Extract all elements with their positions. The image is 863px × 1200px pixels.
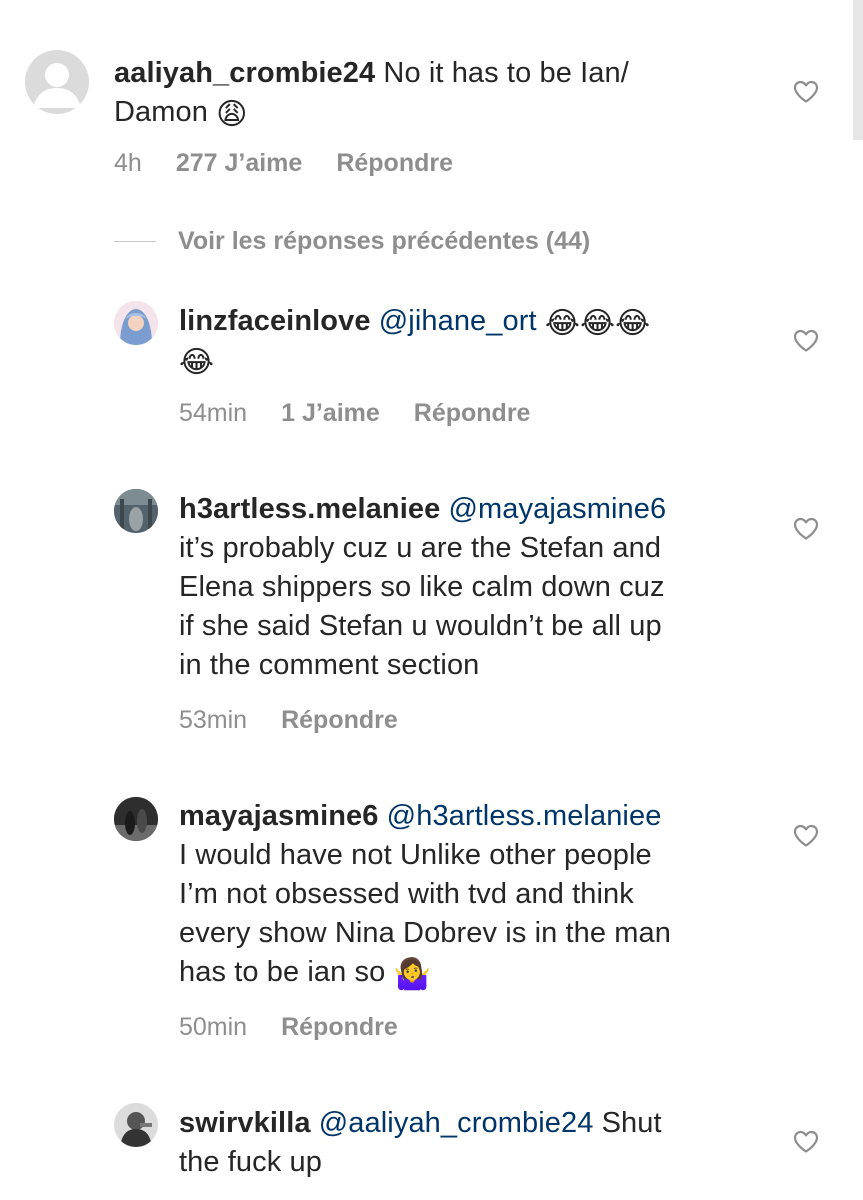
mention-link[interactable]: @aaliyah_crombie24 bbox=[319, 1107, 594, 1139]
comment-text: swirvkilla @aaliyah_crombie24 Shut the f… bbox=[179, 1104, 662, 1182]
comment-body-line: I would have not Unlike other people bbox=[179, 839, 652, 871]
view-previous-label[interactable]: Voir les réponses précédentes (44) bbox=[178, 226, 590, 256]
comment-body-line: every show Nina Dobrev is in the man bbox=[179, 917, 671, 949]
default-user-icon bbox=[33, 63, 81, 108]
comment-body-line: Damon bbox=[114, 96, 208, 128]
comment-body-line: if she said Stefan u wouldn’t be all up bbox=[179, 610, 662, 642]
comment-text: mayajasmine6 @h3artless.melaniee I would… bbox=[179, 797, 671, 992]
comment-body-line: in the comment section bbox=[179, 649, 480, 681]
reply-button[interactable]: Répondre bbox=[336, 148, 453, 178]
heart-outline-icon[interactable] bbox=[793, 329, 819, 353]
comment-body-line: Elena shippers so like calm down cuz bbox=[179, 571, 665, 603]
comment-body-line: the fuck up bbox=[179, 1146, 322, 1178]
heart-outline-icon[interactable] bbox=[793, 1130, 819, 1154]
comment-time: 53min bbox=[179, 706, 248, 734]
divider bbox=[114, 241, 156, 242]
reply-button[interactable]: Répondre bbox=[414, 398, 531, 428]
user-photo-icon bbox=[114, 797, 158, 841]
weary-face-emoji: 😩 bbox=[216, 98, 248, 131]
comment-time: 54min bbox=[179, 399, 248, 427]
comment-username[interactable]: linzfaceinlove bbox=[179, 305, 371, 337]
comment-body-line: I’m not obsessed with tvd and think bbox=[179, 878, 634, 910]
comment-likes[interactable]: 277 J’aime bbox=[176, 148, 303, 178]
tears-of-joy-emoji: 😂 bbox=[179, 346, 215, 379]
tears-of-joy-emoji: 😂😂😂 bbox=[544, 307, 651, 340]
comment-username[interactable]: h3artless.melaniee bbox=[179, 493, 440, 525]
user-photo-icon bbox=[114, 301, 158, 345]
heart-outline-icon[interactable] bbox=[793, 824, 819, 848]
heart-outline-icon[interactable] bbox=[793, 517, 819, 541]
user-photo-icon bbox=[114, 1103, 158, 1147]
avatar[interactable] bbox=[114, 1103, 158, 1147]
comment-time: 50min bbox=[179, 1013, 248, 1041]
comment-body-line: No it has to be Ian/ bbox=[383, 57, 629, 89]
comment-username[interactable]: mayajasmine6 bbox=[179, 800, 379, 832]
comment-username[interactable]: aaliyah_crombie24 bbox=[114, 57, 375, 89]
comment-meta: 54min 1 J’aime Répondre bbox=[179, 398, 564, 428]
avatar[interactable] bbox=[114, 797, 158, 841]
user-photo-icon bbox=[114, 489, 158, 533]
comment-meta: 50min Répondre bbox=[179, 1012, 432, 1042]
comment-body-line: it’s probably cuz u are the Stefan and bbox=[179, 532, 662, 564]
person-shrugging-emoji: 🤷‍♀️ bbox=[393, 958, 431, 991]
mention-link[interactable]: @mayajasmine6 bbox=[449, 493, 667, 525]
comment-meta: 4h 277 J’aime Répondre bbox=[114, 148, 487, 178]
comment-body-line: has to be ian so bbox=[179, 956, 386, 988]
comment-text: h3artless.melaniee @mayajasmine6 it’s pr… bbox=[179, 490, 666, 685]
avatar[interactable] bbox=[114, 301, 158, 345]
comment-meta: 53min Répondre bbox=[179, 705, 432, 735]
heart-outline-icon[interactable] bbox=[793, 80, 819, 104]
comment-time: 4h bbox=[114, 149, 142, 177]
avatar[interactable] bbox=[25, 50, 89, 114]
comment-body-line: Shut bbox=[601, 1107, 662, 1139]
comment-text: linzfaceinlove @jihane_ort 😂😂😂 😂 bbox=[179, 302, 650, 380]
comment-likes[interactable]: 1 J’aime bbox=[281, 398, 380, 428]
comment-item: aaliyah_crombie24 No it has to be Ian/ D… bbox=[0, 0, 863, 200]
mention-link[interactable]: @h3artless.melaniee bbox=[387, 800, 662, 832]
comment-username[interactable]: swirvkilla bbox=[179, 1107, 311, 1139]
reply-button[interactable]: Répondre bbox=[281, 705, 398, 735]
reply-button[interactable]: Répondre bbox=[281, 1012, 398, 1042]
mention-link[interactable]: @jihane_ort bbox=[379, 305, 537, 337]
avatar[interactable] bbox=[114, 489, 158, 533]
comment-text: aaliyah_crombie24 No it has to be Ian/ D… bbox=[114, 54, 629, 132]
